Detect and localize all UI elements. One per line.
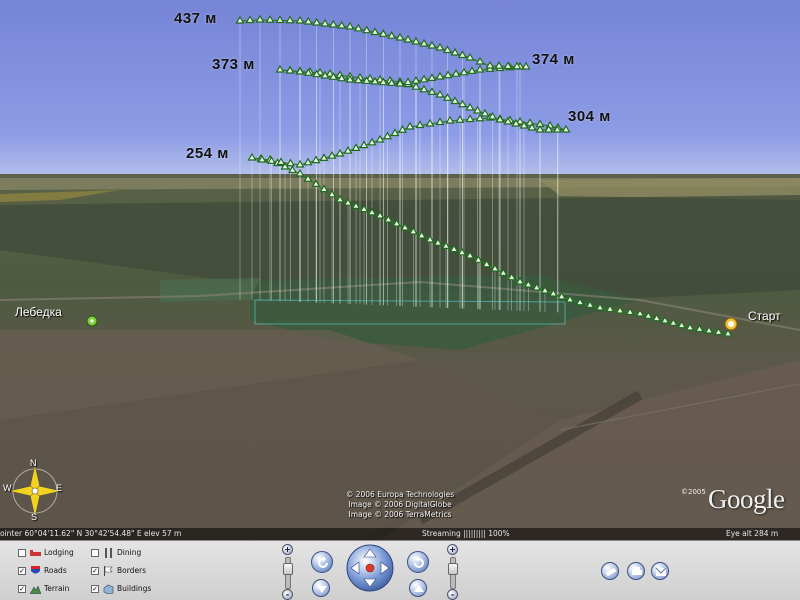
start-label[interactable]: Старт [748,309,781,323]
altitude-label: 374 м [532,51,575,68]
tilt-down-button[interactable]: - [447,589,458,600]
tilt-up-icon [414,585,424,592]
altitude-label: 373 м [212,56,255,73]
google-copyright-year: ©2005 [681,488,706,496]
layer-checkbox[interactable] [18,549,26,557]
compass-north: N [30,458,37,468]
rotate-cw-icon [414,556,424,568]
pointer-coordinates: ointer 60°04'11.62" N 30°42'54.48" E ele… [0,529,182,538]
altitude-label: 254 м [186,145,229,162]
place-label-left[interactable]: Лебедка [15,305,62,319]
place-marker-left[interactable] [86,315,98,327]
look-up-button[interactable] [409,579,427,597]
envelope-icon [655,567,667,576]
layer-checkbox[interactable] [91,549,99,557]
measure-button[interactable] [601,562,619,580]
rotate-left-button[interactable] [311,551,333,573]
fork-knife-icon [103,548,114,558]
flag-icon [103,566,114,576]
reset-view-button [365,563,375,573]
layer-checkbox[interactable]: ✓ [91,567,99,575]
rotate-right-button[interactable] [407,551,429,573]
building-icon [103,584,114,595]
zoom-slider-thumb[interactable] [283,563,293,575]
altitude-label: 437 м [174,10,217,27]
print-button[interactable] [627,562,645,580]
tilt-slider-thumb[interactable] [448,563,458,575]
layer-checkbox[interactable]: ✓ [18,585,26,593]
compass-south: S [31,512,38,522]
status-bar: ointer 60°04'11.62" N 30°42'54.48" E ele… [0,528,800,540]
look-down-button[interactable] [312,579,330,597]
tilt-up-button[interactable]: + [447,544,458,555]
ruler-icon [605,567,617,577]
tilt-down-icon [317,586,327,593]
layer-checkbox[interactable]: ✓ [18,567,26,575]
email-button[interactable] [651,562,669,580]
earth-scene[interactable] [0,0,800,540]
printer-icon [632,567,642,575]
google-logo: Google [708,484,785,514]
green-field [160,278,260,302]
copyright-line: Image © 2006 DigitalGlobe [348,500,452,509]
compass-east: E [56,483,63,493]
copyright-line: Image © 2006 TerraMetrics [348,510,452,519]
road-shield-icon [30,566,41,576]
start-marker[interactable] [724,317,738,331]
mountain-icon [29,584,42,595]
copyright-line: © 2006 Europa Technologies [345,490,455,499]
bottom-toolbar: Lodging Dining ✓ Roads ✓ Borders ✓ Terra… [0,540,800,600]
altitude-label: 304 м [568,108,611,125]
eye-altitude: Eye alt 284 m [726,529,779,538]
bed-icon [30,548,41,558]
zoom-out-button[interactable]: - [282,589,293,600]
streaming-status: Streaming ||||||||| 100% [422,529,510,538]
imagery-copyright: © 2006 Europa Technologies Image © 2006 … [330,490,470,520]
zoom-in-button[interactable]: + [282,544,293,555]
compass-west: W [3,483,12,493]
layer-checkbox[interactable]: ✓ [91,585,99,593]
rotate-ccw-icon [318,556,328,568]
globe-viewport[interactable]: 437 м 373 м 374 м 304 м 254 м Лебедка Ст… [0,0,800,540]
navigation-pad[interactable] [345,543,395,593]
